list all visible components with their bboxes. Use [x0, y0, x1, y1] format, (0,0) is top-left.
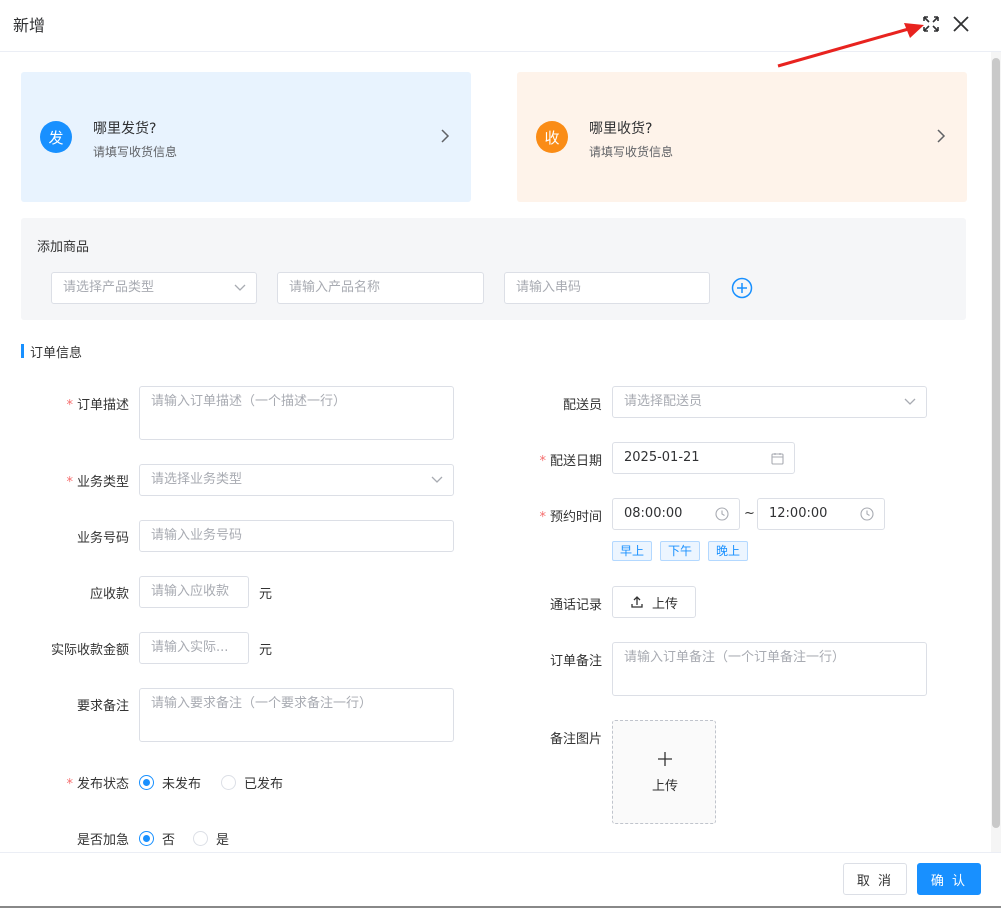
- dialog-body: 发 哪里发货? 请填写收货信息 收 哪里收货? 请填写收货信息 添加商品 请选择…: [0, 52, 990, 852]
- ship-to-subtitle: 请填写收货信息: [589, 145, 674, 159]
- add-goods-label: 添加商品: [37, 240, 90, 255]
- call-record-label: 通话记录: [549, 598, 602, 613]
- receivable-unit: 元: [259, 587, 273, 602]
- radio-label: 已发布: [244, 777, 284, 792]
- chevron-down-icon: [431, 465, 443, 495]
- receivable-label: 应收款: [89, 587, 129, 602]
- radio-dot: [139, 775, 154, 790]
- radio-dot: [221, 775, 236, 790]
- end-time-value: 12:00:00: [769, 506, 828, 521]
- ship-from-subtitle: 请填写收货信息: [93, 145, 178, 159]
- end-time-picker[interactable]: 12:00:00: [757, 498, 885, 530]
- serial-code-placeholder: 请输入串码: [516, 280, 582, 295]
- receivable-placeholder: 请输入应收款: [151, 584, 230, 599]
- product-type-select[interactable]: 请选择产品类型: [51, 272, 257, 304]
- biz-no-placeholder: 请输入业务号码: [151, 528, 243, 543]
- note-image-label: 备注图片: [549, 732, 602, 747]
- req-note-placeholder: 请输入要求备注（一个要求备注一行）: [151, 696, 373, 711]
- preset-afternoon-tag[interactable]: 下午: [660, 541, 701, 561]
- actual-amount-input[interactable]: 请输入实际...: [139, 632, 249, 664]
- delivery-date-value: 2025-01-21: [624, 450, 700, 465]
- order-info-title: 订单信息: [30, 345, 83, 361]
- biz-type-placeholder: 请选择业务类型: [151, 472, 243, 487]
- req-note-label: 要求备注: [76, 699, 129, 714]
- add-dialog: 新增 发 哪里发货? 请填写收货信息 收 哪里收货? 请填写收货信息 添加商品 …: [0, 0, 1001, 908]
- radio-label: 否: [162, 833, 176, 848]
- publish-status-label: * 发布状态: [66, 777, 129, 792]
- order-note-textarea[interactable]: 请输入订单备注（一个订单备注一行）: [612, 642, 927, 696]
- scrollbar-thumb[interactable]: [992, 58, 1000, 828]
- call-record-upload-button[interactable]: 上传: [612, 586, 696, 618]
- courier-label: 配送员: [562, 398, 602, 413]
- fullscreen-icon[interactable]: [921, 14, 941, 34]
- radio-label: 未发布: [162, 777, 202, 792]
- courier-select[interactable]: 请选择配送员: [612, 386, 927, 418]
- calendar-icon: [771, 443, 784, 473]
- delivery-date-label: * 配送日期: [539, 454, 602, 469]
- req-note-textarea[interactable]: 请输入要求备注（一个要求备注一行）: [139, 688, 454, 742]
- chevron-down-icon: [904, 387, 916, 417]
- urgent-radio-no[interactable]: 否: [139, 829, 175, 848]
- delivery-date-picker[interactable]: 2025-01-21: [612, 442, 795, 474]
- ship-from-card[interactable]: 发 哪里发货? 请填写收货信息: [21, 72, 471, 202]
- confirm-button[interactable]: 确 认: [917, 863, 981, 895]
- time-separator: ~: [744, 506, 755, 521]
- biz-type-label: * 业务类型: [66, 475, 129, 490]
- actual-amount-placeholder: 请输入实际...: [151, 640, 229, 655]
- preset-morning-tag[interactable]: 早上: [612, 541, 653, 561]
- dialog-footer: 取 消 确 认: [0, 852, 1001, 908]
- section-bar: [21, 344, 24, 358]
- order-note-placeholder: 请输入订单备注（一个订单备注一行）: [624, 650, 846, 665]
- order-desc-placeholder: 请输入订单描述（一个描述一行）: [151, 394, 347, 409]
- receivable-input[interactable]: 请输入应收款: [139, 576, 249, 608]
- upload-label: 上传: [651, 596, 678, 612]
- plus-icon: [658, 752, 672, 766]
- ship-from-badge: 发: [40, 121, 72, 153]
- start-time-picker[interactable]: 08:00:00: [612, 498, 740, 530]
- radio-label: 是: [216, 833, 230, 848]
- dialog-title: 新增: [13, 16, 46, 35]
- urgent-label: 是否加急: [76, 833, 129, 848]
- actual-amount-unit: 元: [259, 643, 273, 658]
- ship-to-title: 哪里收货?: [589, 121, 653, 137]
- chevron-right-icon: [441, 129, 450, 143]
- ship-to-card[interactable]: 收 哪里收货? 请填写收货信息: [517, 72, 967, 202]
- publish-radio-published[interactable]: 已发布: [221, 773, 283, 792]
- biz-no-label: 业务号码: [76, 531, 129, 546]
- start-time-value: 08:00:00: [624, 506, 683, 521]
- product-type-placeholder: 请选择产品类型: [63, 280, 155, 295]
- appointment-time-label: * 预约时间: [539, 510, 602, 525]
- serial-code-input[interactable]: 请输入串码: [504, 272, 710, 304]
- order-note-label: 订单备注: [549, 654, 602, 669]
- ship-from-title: 哪里发货?: [93, 121, 157, 137]
- order-info-section-title: 订单信息: [21, 343, 83, 361]
- clock-icon: [860, 499, 874, 529]
- product-name-input[interactable]: 请输入产品名称: [277, 272, 484, 304]
- order-desc-textarea[interactable]: 请输入订单描述（一个描述一行）: [139, 386, 454, 440]
- publish-radio-unpublished[interactable]: 未发布: [139, 773, 201, 792]
- note-image-upload[interactable]: 上传: [612, 720, 716, 824]
- close-icon[interactable]: [951, 14, 971, 34]
- add-circle-icon[interactable]: [731, 277, 753, 299]
- add-goods-panel: 添加商品 请选择产品类型 请输入产品名称 请输入串码: [21, 218, 966, 320]
- cancel-button[interactable]: 取 消: [843, 863, 907, 895]
- courier-placeholder: 请选择配送员: [624, 394, 703, 409]
- order-desc-label: * 订单描述: [66, 398, 129, 413]
- clock-icon: [715, 499, 729, 529]
- chevron-down-icon: [234, 273, 246, 303]
- dialog-header: 新增: [0, 0, 1001, 52]
- chevron-right-icon: [937, 129, 946, 143]
- radio-dot: [193, 831, 208, 846]
- note-image-upload-label: 上传: [651, 779, 678, 794]
- urgent-radio-yes[interactable]: 是: [193, 829, 229, 848]
- product-name-placeholder: 请输入产品名称: [289, 280, 381, 295]
- radio-dot: [139, 831, 154, 846]
- biz-type-select[interactable]: 请选择业务类型: [139, 464, 454, 496]
- preset-evening-tag[interactable]: 晚上: [708, 541, 749, 561]
- ship-to-badge: 收: [536, 121, 568, 153]
- biz-no-input[interactable]: 请输入业务号码: [139, 520, 454, 552]
- upload-icon: [631, 596, 643, 608]
- actual-amount-label: 实际收款金额: [50, 643, 129, 658]
